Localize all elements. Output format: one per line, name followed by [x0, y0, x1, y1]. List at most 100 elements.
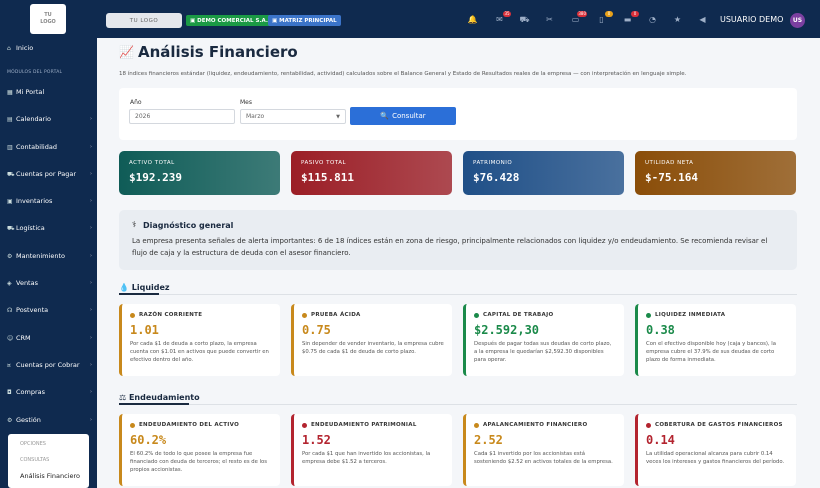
sidebar-item-crm[interactable]: ☺ CRM › — [0, 331, 97, 345]
sidebar-item-label: Compras — [16, 388, 46, 396]
indicator-value: 1.52 — [302, 433, 331, 447]
sidebar-item-logística[interactable]: ⛟ Logística › — [0, 221, 97, 235]
sidebar-item-inventarios[interactable]: ▣ Inventarios › — [0, 194, 97, 208]
summary-card-value: $192.239 — [129, 171, 182, 184]
company-badge[interactable]: ▣ DEMO COMERCIAL S.A. — [186, 15, 272, 26]
indicator-card: ENDEUDAMIENTO PATRIMONIAL 1.52 Por cada $1… — [291, 414, 452, 486]
grid-icon: ▦ — [7, 88, 13, 96]
sidebar-item-contabilidad[interactable]: ▥ Contabilidad › — [0, 140, 97, 154]
droplet-icon: 💧 — [119, 283, 129, 292]
status-dot-icon — [130, 422, 135, 428]
diagnosis-text: La empresa presenta señales de alerta im… — [132, 237, 768, 257]
consultar-button-label: Consultar — [392, 112, 426, 120]
sidebar-submenu: OPCIONES CONSULTAS Análisis Financiero — [8, 434, 89, 488]
sidebar-item-mi-portal[interactable]: ▦ Mi Portal — [0, 85, 97, 99]
status-dot-icon — [130, 312, 135, 318]
tools-icon[interactable]: ✂ — [544, 14, 555, 25]
branch-badge-label: MATRIZ PRINCIPAL — [279, 17, 337, 24]
folder-icon[interactable]: ▬ 0 — [622, 11, 639, 25]
chevron-right-icon: › — [90, 362, 92, 368]
summary-card-label: ACTIVO TOTAL — [129, 160, 175, 166]
tag-icon: ◈ — [7, 279, 12, 287]
section-endeudamiento-title: ⚖ Endeudamiento — [119, 393, 200, 402]
sidebar-item-label: CRM — [16, 334, 31, 342]
status-dot-icon — [474, 312, 479, 318]
status-dot-icon — [646, 422, 651, 428]
sidebar-item-gestión[interactable]: ⚙ Gestión › — [0, 413, 97, 427]
users-icon: ☺ — [7, 334, 14, 342]
indicator-description: Por cada $1 que han invertido los accion… — [302, 451, 431, 465]
summary-card-label: UTILIDAD NETA — [645, 160, 694, 166]
truck-icon[interactable]: ⛟ — [519, 14, 530, 25]
indicator-title: COBERTURA DE GASTOS FINANCIEROS — [646, 422, 788, 428]
bell-icon[interactable]: 🔔 — [467, 14, 478, 25]
sidebar-item-label: Mantenimiento — [16, 252, 65, 260]
summary-card-activo-total: ACTIVO TOTAL $192.239 — [119, 151, 280, 195]
sidebar-item-label: Contabilidad — [16, 143, 57, 151]
indicator-title: ENDEUDAMIENTO DEL ACTIVO — [130, 422, 272, 428]
indicator-title-text: ENDEUDAMIENTO PATRIMONIAL — [311, 422, 417, 428]
sidebar-item-compras[interactable]: ◘ Compras › — [0, 385, 97, 399]
consultar-button[interactable]: 🔍 Consultar — [350, 107, 456, 125]
chat-icon[interactable]: ✉ 35 — [494, 11, 511, 25]
indicator-description: El 60.2% de todo lo que posee la empresa… — [130, 451, 268, 473]
indicator-value: 1.01 — [130, 323, 159, 337]
summary-card-value: $115.811 — [301, 171, 354, 184]
stethoscope-icon: ⚕ — [132, 220, 137, 229]
megaphone-icon[interactable]: ◀ — [697, 14, 708, 25]
star-icon[interactable]: ★ — [672, 14, 683, 25]
status-dot-icon — [302, 422, 307, 428]
clock-icon[interactable]: ◔ — [647, 14, 658, 25]
indicator-title-text: CAPITAL DE TRABAJO — [483, 312, 554, 318]
notification-count-badge: 0 — [605, 11, 613, 17]
indicator-value: 0.38 — [646, 323, 675, 337]
month-select[interactable]: Marzo ▼ — [240, 109, 346, 124]
submenu-item-analisis-financiero[interactable]: Análisis Financiero — [20, 472, 80, 480]
indicator-title-text: RAZÓN CORRIENTE — [139, 312, 203, 318]
chevron-right-icon: › — [90, 253, 92, 259]
chart-line-icon: 📈 — [119, 45, 134, 59]
chevron-right-icon: › — [90, 335, 92, 341]
indicator-title: PRUEBA ÁCIDA — [302, 312, 444, 318]
branch-badge[interactable]: ▣ MATRIZ PRINCIPAL — [268, 15, 341, 26]
sidebar-item-label: Inicio — [16, 44, 34, 52]
truck-icon: ⛟ — [7, 224, 15, 232]
avatar[interactable]: US — [790, 13, 805, 28]
sidebar-item-mantenimiento[interactable]: ⚙ Mantenimiento › — [0, 249, 97, 263]
indicator-title-text: ENDEUDAMIENTO DEL ACTIVO — [139, 422, 240, 428]
indicator-card: LIQUIDEZ INMEDIATA 0.38 Con el efectivo di… — [635, 304, 796, 376]
sidebar: TU LOGO ⌂ Inicio MÓDULOS DEL PORTAL ▦ Mi … — [0, 0, 97, 488]
calendar-icon: ▤ — [7, 115, 13, 123]
sidebar-item-inicio[interactable]: ⌂ Inicio — [0, 41, 97, 55]
file-icon[interactable]: ▯ 0 — [596, 11, 613, 25]
sidebar-item-postventa[interactable]: ☊ Postventa › — [0, 303, 97, 317]
indicator-value: 60.2% — [130, 433, 167, 447]
indicator-value: $2.592,30 — [474, 323, 540, 337]
sidebar-item-label: Cuentas por Pagar — [16, 170, 76, 178]
notification-count-badge: 0 — [631, 11, 639, 17]
status-dot-icon — [646, 312, 651, 318]
inbox-icon[interactable]: ▭ 380 — [570, 11, 587, 25]
money-icon: ¤ — [7, 361, 11, 369]
year-input[interactable]: 2026 — [129, 109, 235, 124]
indicator-card: PRUEBA ÁCIDA 0.75 Sin depender de vender i… — [291, 304, 452, 376]
chevron-right-icon: › — [90, 144, 92, 150]
summary-card-value: $76.428 — [473, 171, 520, 184]
gear-icon: ⚙ — [7, 416, 13, 424]
section-underline — [119, 403, 189, 405]
sidebar-item-label: Logística — [16, 224, 45, 232]
sidebar-item-calendario[interactable]: ▤ Calendario › — [0, 112, 97, 126]
diagnosis-title: Diagnóstico general — [143, 221, 234, 230]
sidebar-item-ventas[interactable]: ◈ Ventas › — [0, 276, 97, 290]
indicator-card: APALANCAMIENTO FINANCIERO 2.52 Cada $1 inv… — [463, 414, 624, 486]
chevron-right-icon: › — [90, 389, 92, 395]
section-endeudamiento-label: Endeudamiento — [128, 393, 200, 402]
user-name[interactable]: USUARIO DEMO — [720, 15, 783, 24]
indicator-card: RAZÓN CORRIENTE 1.01 Por cada $1 de deuda … — [119, 304, 280, 376]
company-logo[interactable]: TU LOGO — [106, 13, 182, 28]
indicator-title-text: LIQUIDEZ INMEDIATA — [655, 312, 726, 318]
sidebar-logo[interactable]: TU LOGO — [30, 4, 66, 34]
status-dot-icon — [474, 422, 479, 428]
sidebar-item-cuentas-por-cobrar[interactable]: ¤ Cuentas por Cobrar › — [0, 358, 97, 372]
sidebar-item-cuentas-por-pagar[interactable]: ⛟ Cuentas por Pagar › — [0, 167, 97, 181]
